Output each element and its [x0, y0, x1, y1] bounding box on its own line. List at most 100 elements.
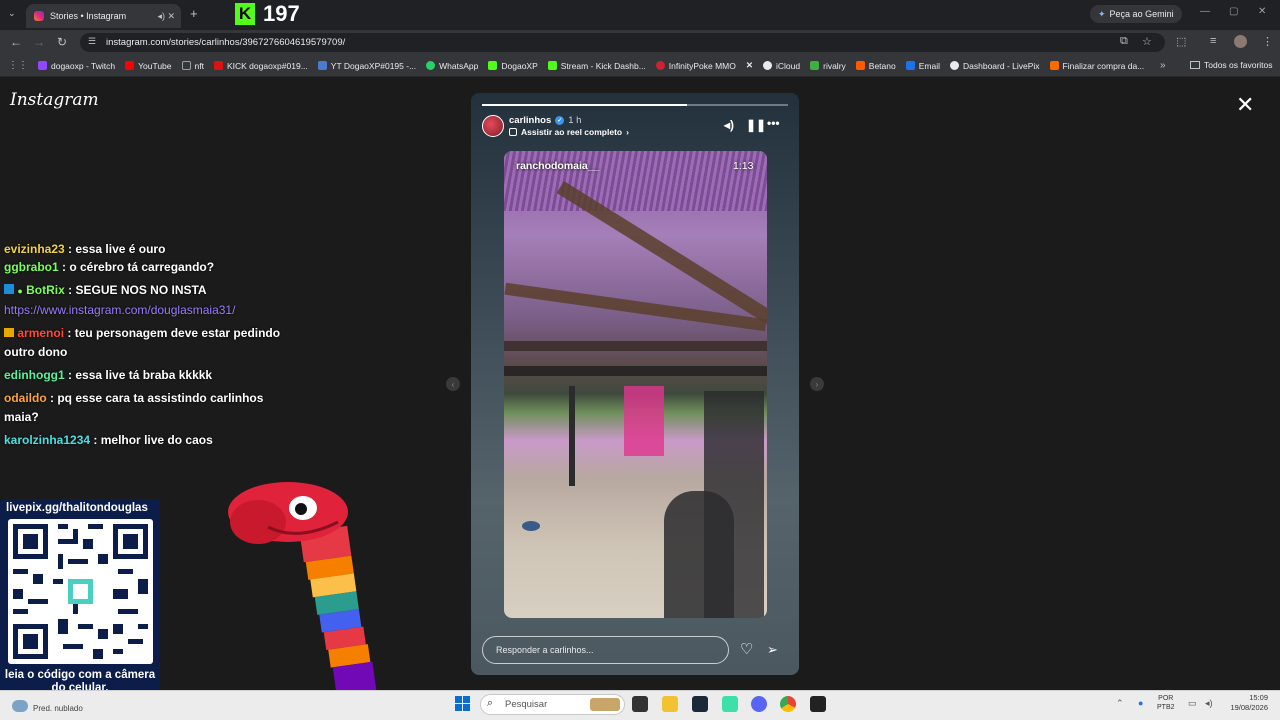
extensions-icon[interactable]: ⬚: [1176, 35, 1186, 48]
bookmark-item[interactable]: KICK dogaoxp#019...: [213, 61, 308, 71]
tab-instagram[interactable]: Stories • Instagram ◂) ✕: [26, 4, 181, 28]
discord-icon[interactable]: [751, 696, 767, 712]
stream-chat-overlay: evizinha23 : essa live é ouro ggbrabo1 :…: [4, 242, 294, 454]
tab-audio-close-icon[interactable]: ◂) ✕: [157, 11, 175, 22]
bookmark-item[interactable]: Stream - Kick Dashb...: [547, 61, 646, 71]
steam-icon[interactable]: [692, 696, 708, 712]
close-window-icon[interactable]: ✕: [1258, 6, 1266, 17]
task-view-icon[interactable]: [632, 696, 648, 712]
story-username[interactable]: carlinhos: [509, 115, 551, 126]
send-icon[interactable]: ➢: [767, 643, 778, 656]
gemini-label: Peça ao Gemini: [1109, 9, 1174, 19]
livepix-url: livepix.gg/thalitondouglas: [6, 502, 148, 514]
instagram-logo[interactable]: Instagram: [10, 90, 99, 110]
bookmark-item[interactable]: YT DogaoXP#0195 -...: [317, 61, 416, 71]
chat-message: odaildo : pq esse cara ta assistindo car…: [4, 391, 264, 424]
menu-dots-icon[interactable]: ⋮: [1262, 35, 1273, 48]
close-story-icon[interactable]: ✕: [1236, 94, 1254, 116]
bookmark-item[interactable]: dogaoxp - Twitch: [38, 61, 115, 71]
bookmark-folder[interactable]: nft: [181, 61, 204, 71]
app-icon[interactable]: [722, 696, 738, 712]
badge-icon: [4, 328, 14, 337]
gemini-button[interactable]: ✦ Peça ao Gemini: [1090, 5, 1182, 23]
bookmark-item[interactable]: Email: [905, 61, 940, 71]
reply-input[interactable]: Responder a carlinhos...: [482, 636, 729, 664]
bot-badge-icon: [4, 284, 14, 294]
verified-bot-icon: ●: [17, 286, 23, 296]
chat-message: armenoi : teu personagem deve estar pedi…: [4, 326, 281, 359]
more-bookmarks-chevron-icon[interactable]: »: [1160, 60, 1166, 71]
next-story-chevron-icon[interactable]: ›: [810, 377, 824, 391]
search-highlight-image: [590, 698, 620, 711]
back-arrow-icon[interactable]: ←: [10, 35, 22, 49]
folder-icon: [1190, 61, 1200, 69]
forward-arrow-icon[interactable]: →: [33, 35, 45, 49]
bookmark-x-icon[interactable]: ✕: [746, 60, 753, 71]
chat-message: evizinha23 : essa live é ouro: [4, 242, 166, 254]
bookmark-item[interactable]: rivalry: [810, 61, 846, 71]
tray-app-icon[interactable]: ●: [1138, 698, 1143, 708]
gemini-icon: ✦: [1098, 8, 1106, 19]
kick-viewer-counter: K 197: [235, 1, 300, 26]
bookmark-item[interactable]: Dashboard - LivePix: [950, 61, 1040, 71]
chat-message: edinhogg1 : essa live tá braba kkkkk: [4, 368, 213, 382]
chat-message: ggbrabo1 : o cérebro tá carregando?: [4, 260, 215, 274]
instagram-favicon-icon: [34, 11, 44, 21]
prev-story-chevron-icon[interactable]: ‹: [446, 377, 460, 391]
taskbar-clock[interactable]: 15:09 19/08/2026: [1224, 693, 1268, 713]
tab-title: Stories • Instagram: [50, 11, 127, 21]
app-logo-icon[interactable]: [810, 696, 826, 712]
bookmark-item[interactable]: InfinityPoke MMO: [655, 61, 736, 71]
install-app-icon[interactable]: ⧉: [1120, 35, 1128, 48]
heart-icon[interactable]: ♡: [740, 642, 753, 657]
apps-grid-icon[interactable]: ⋮⋮: [8, 60, 28, 71]
chat-message: karolzinha1234 : melhor live do caos: [4, 433, 213, 447]
site-info-icon[interactable]: ☰: [88, 36, 96, 47]
chat-message: ● BotRix : SEGUE NOS NO INSTA: [4, 281, 294, 301]
maximize-icon[interactable]: ▢: [1229, 6, 1238, 17]
tab-search-chevron-icon[interactable]: ⌄: [8, 8, 16, 19]
url-text: instagram.com/stories/carlinhos/39672766…: [106, 37, 346, 48]
bookmark-item[interactable]: WhatsApp: [426, 61, 478, 71]
story-avatar[interactable]: [482, 115, 504, 137]
profile-avatar[interactable]: [1234, 35, 1247, 48]
video-time: 1:13: [733, 160, 754, 172]
story-time: 1 h: [568, 115, 582, 126]
bookmark-item[interactable]: YouTube: [125, 61, 172, 71]
kick-logo-icon: K: [235, 3, 255, 25]
weather-cloud-icon[interactable]: [12, 700, 28, 712]
media-icon[interactable]: ≡: [1210, 35, 1216, 47]
qr-code-icon: [8, 519, 153, 664]
story-video[interactable]: [504, 151, 767, 618]
pause-icon[interactable]: ❚❚: [746, 118, 766, 132]
network-icon[interactable]: ▭: [1188, 698, 1197, 709]
language-indicator[interactable]: POR PTB2: [1157, 694, 1175, 712]
tray-chevron-icon[interactable]: ⌃: [1116, 698, 1124, 709]
bookmark-star-icon[interactable]: ☆: [1142, 35, 1152, 48]
bookmark-item[interactable]: Betano: [855, 61, 896, 71]
more-options-icon[interactable]: •••: [767, 116, 780, 130]
search-placeholder: Pesquisar: [505, 699, 548, 710]
reel-icon: [509, 128, 517, 136]
new-tab-button[interactable]: +: [190, 6, 198, 21]
bookmark-item[interactable]: iCloud: [763, 61, 800, 71]
mute-icon[interactable]: ◂): [724, 118, 734, 132]
bookmark-item[interactable]: DogaoXP: [488, 61, 538, 71]
chrome-icon[interactable]: [780, 696, 796, 712]
story-progress-bar: [482, 104, 788, 106]
taskbar-search[interactable]: Pesquisar: [480, 694, 625, 715]
bookmark-item[interactable]: Finalizar compra da...: [1049, 61, 1144, 71]
all-bookmarks-folder[interactable]: Todos os favoritos: [1190, 60, 1273, 70]
url-field[interactable]: ☰ instagram.com/stories/carlinhos/396727…: [80, 33, 1165, 52]
chevron-right-icon: ›: [626, 127, 629, 137]
reload-icon[interactable]: ↻: [57, 35, 67, 49]
weather-label[interactable]: Pred. nublado: [33, 704, 83, 713]
chat-link: https://www.instagram.com/douglasmaia31/: [4, 303, 236, 317]
windows-start-icon[interactable]: [455, 696, 470, 711]
watch-full-reel-link[interactable]: Assistir ao reel completo ›: [509, 127, 629, 137]
verified-badge-icon: ✓: [555, 116, 565, 125]
story-header: carlinhos ✓ 1 h: [509, 115, 581, 126]
volume-icon[interactable]: ◂): [1205, 698, 1213, 709]
minimize-icon[interactable]: —: [1200, 6, 1210, 17]
file-explorer-icon[interactable]: [662, 696, 678, 712]
